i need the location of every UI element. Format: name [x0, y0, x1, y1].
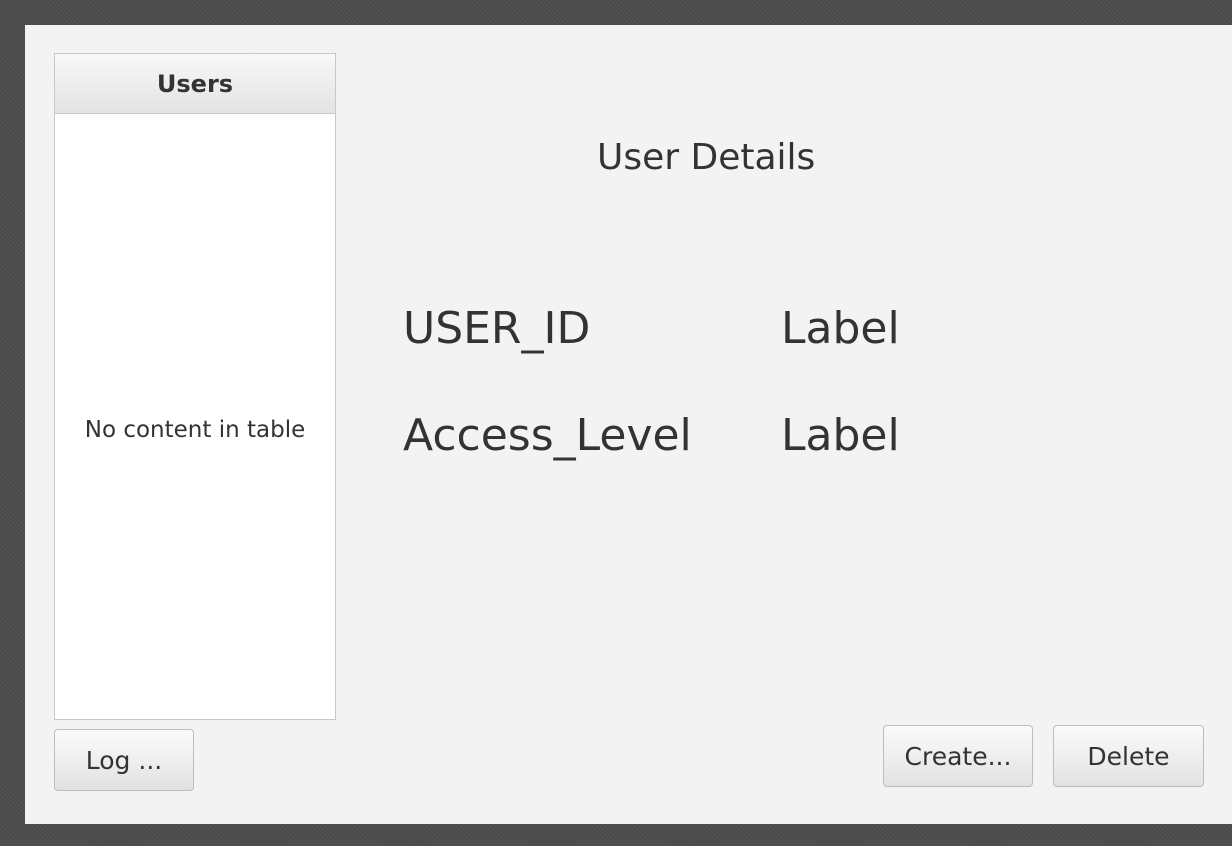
users-table[interactable]: Users No content in table [54, 53, 336, 720]
users-column-header[interactable]: Users [55, 54, 335, 114]
create-button[interactable]: Create... [883, 725, 1033, 787]
delete-button[interactable]: Delete [1053, 725, 1204, 787]
user-id-key-label: USER_ID [403, 303, 591, 354]
access-level-value-label: Label [781, 410, 900, 461]
page-title: User Details [597, 137, 816, 178]
log-button[interactable]: Log ... [54, 729, 194, 791]
user-id-value-label: Label [781, 303, 900, 354]
access-level-key-label: Access_Level [403, 410, 692, 461]
table-placeholder: No content in table [84, 417, 306, 443]
main-window: Users No content in table User Details U… [25, 25, 1232, 824]
